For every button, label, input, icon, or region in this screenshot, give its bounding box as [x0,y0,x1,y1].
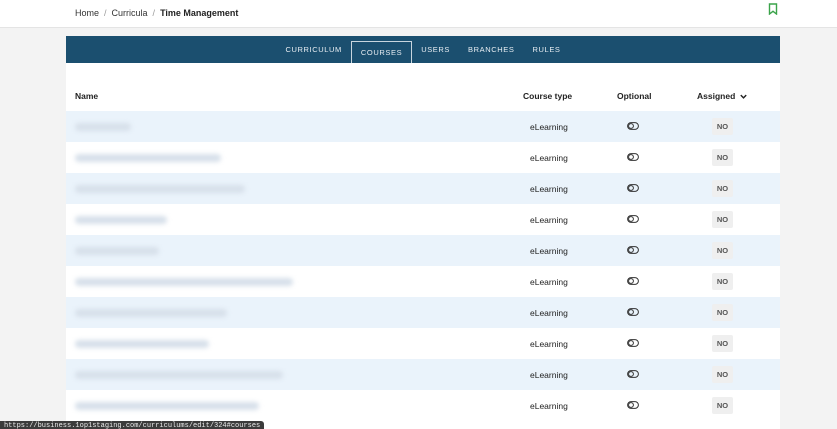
course-name-blurred[interactable] [75,269,319,294]
courses-panel: CURRICULUM COURSES USERS BRANCHES RULES … [66,36,780,429]
course-name-blurred[interactable] [75,114,319,139]
assigned-badge: NO [712,242,733,259]
course-type: eLearning [530,153,568,163]
table-row[interactable]: eLearning NO [66,390,780,421]
toggle-icon[interactable] [627,122,639,130]
column-header-assigned-label: Assigned [697,91,736,101]
toggle-icon[interactable] [627,401,639,409]
top-bar: Home / Curricula / Time Management [0,0,837,28]
column-header-course-type[interactable]: Course type [523,91,572,101]
toggle-icon[interactable] [627,277,639,285]
toggle-icon[interactable] [627,246,639,254]
toggle-icon[interactable] [627,308,639,316]
course-type: eLearning [530,339,568,349]
assigned-badge: NO [712,211,733,228]
table-header: Name Course type Optional Assigned [66,86,780,110]
toggle-icon[interactable] [627,370,639,378]
course-type: eLearning [530,277,568,287]
course-type: eLearning [530,401,568,411]
column-header-assigned[interactable]: Assigned [697,91,748,101]
course-name-blurred[interactable] [75,145,319,170]
breadcrumb-home[interactable]: Home [75,8,99,18]
breadcrumb-current: Time Management [160,8,239,18]
tab-users[interactable]: USERS [412,40,459,60]
course-type: eLearning [530,370,568,380]
tab-rules[interactable]: RULES [524,40,570,60]
table-row[interactable]: eLearning NO [66,204,780,235]
assigned-badge: NO [712,180,733,197]
tab-curriculum[interactable]: CURRICULUM [276,40,350,60]
table-row[interactable]: eLearning NO [66,266,780,297]
assigned-badge: NO [712,366,733,383]
breadcrumb-separator: / [104,8,107,18]
assigned-badge: NO [712,118,733,135]
course-name-blurred[interactable] [75,331,319,356]
course-name-blurred[interactable] [75,238,319,263]
course-type: eLearning [530,246,568,256]
column-header-name[interactable]: Name [75,91,98,101]
table-row[interactable]: eLearning NO [66,235,780,266]
toggle-icon[interactable] [627,153,639,161]
toggle-icon[interactable] [627,184,639,192]
link-status-bar: https://business.1op1staging.com/curricu… [0,421,265,429]
toggle-icon[interactable] [627,215,639,223]
courses-table-body: eLearning NO eLearning NO eLearning NO e… [66,111,780,421]
column-header-optional[interactable]: Optional [617,91,651,101]
assigned-badge: NO [712,273,733,290]
toggle-icon[interactable] [627,339,639,347]
tab-bar: CURRICULUM COURSES USERS BRANCHES RULES [66,36,780,63]
table-row[interactable]: eLearning NO [66,328,780,359]
tab-courses[interactable]: COURSES [350,41,413,63]
course-type: eLearning [530,122,568,132]
course-name-blurred[interactable] [75,207,319,232]
course-type: eLearning [530,308,568,318]
course-name-blurred[interactable] [75,176,319,201]
assigned-badge: NO [712,397,733,414]
breadcrumb: Home / Curricula / Time Management [75,8,238,18]
assigned-badge: NO [712,335,733,352]
course-name-blurred[interactable] [75,300,319,325]
table-row[interactable]: eLearning NO [66,111,780,142]
assigned-badge: NO [712,149,733,166]
course-type: eLearning [530,215,568,225]
assigned-badge: NO [712,304,733,321]
course-name-blurred[interactable] [75,362,319,387]
bookmark-icon[interactable] [767,3,779,15]
course-type: eLearning [530,184,568,194]
breadcrumb-curricula[interactable]: Curricula [112,8,148,18]
course-name-blurred[interactable] [75,393,319,418]
tab-branches[interactable]: BRANCHES [459,40,523,60]
breadcrumb-separator: / [152,8,156,18]
table-row[interactable]: eLearning NO [66,297,780,328]
table-row[interactable]: eLearning NO [66,173,780,204]
table-row[interactable]: eLearning NO [66,142,780,173]
chevron-down-icon [740,94,747,99]
table-row[interactable]: eLearning NO [66,359,780,390]
